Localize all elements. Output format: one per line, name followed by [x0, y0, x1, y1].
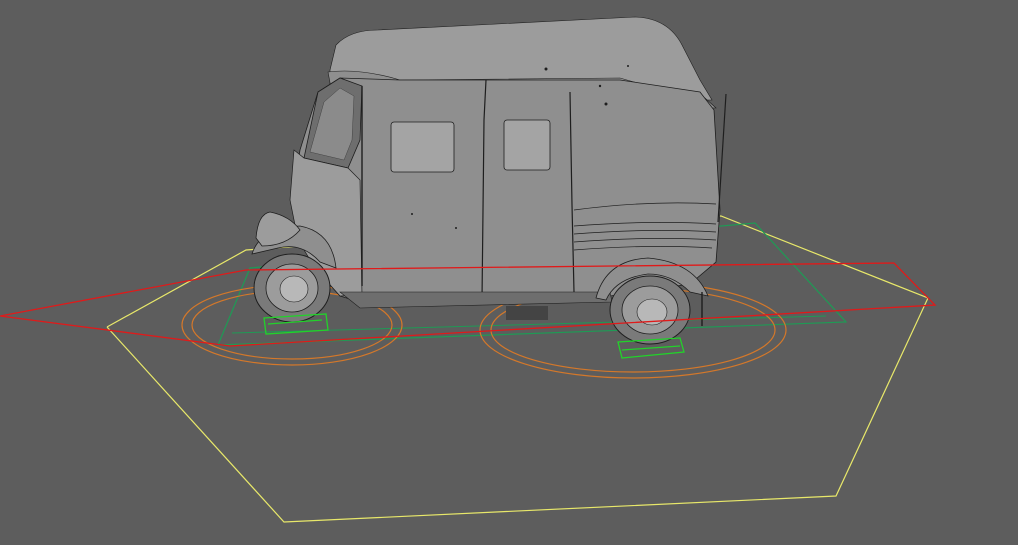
3d-viewport[interactable] — [0, 0, 1018, 545]
viewport-canvas — [0, 16, 937, 523]
rear-wheel[interactable] — [609, 275, 691, 345]
auto-rickshaw-model[interactable] — [251, 16, 727, 345]
front-wheel[interactable] — [253, 253, 331, 323]
rear-antenna — [717, 93, 727, 223]
floor-sill — [339, 291, 613, 309]
side-window-rear — [503, 119, 551, 171]
step-plate — [506, 306, 548, 320]
side-window-front — [390, 121, 455, 173]
